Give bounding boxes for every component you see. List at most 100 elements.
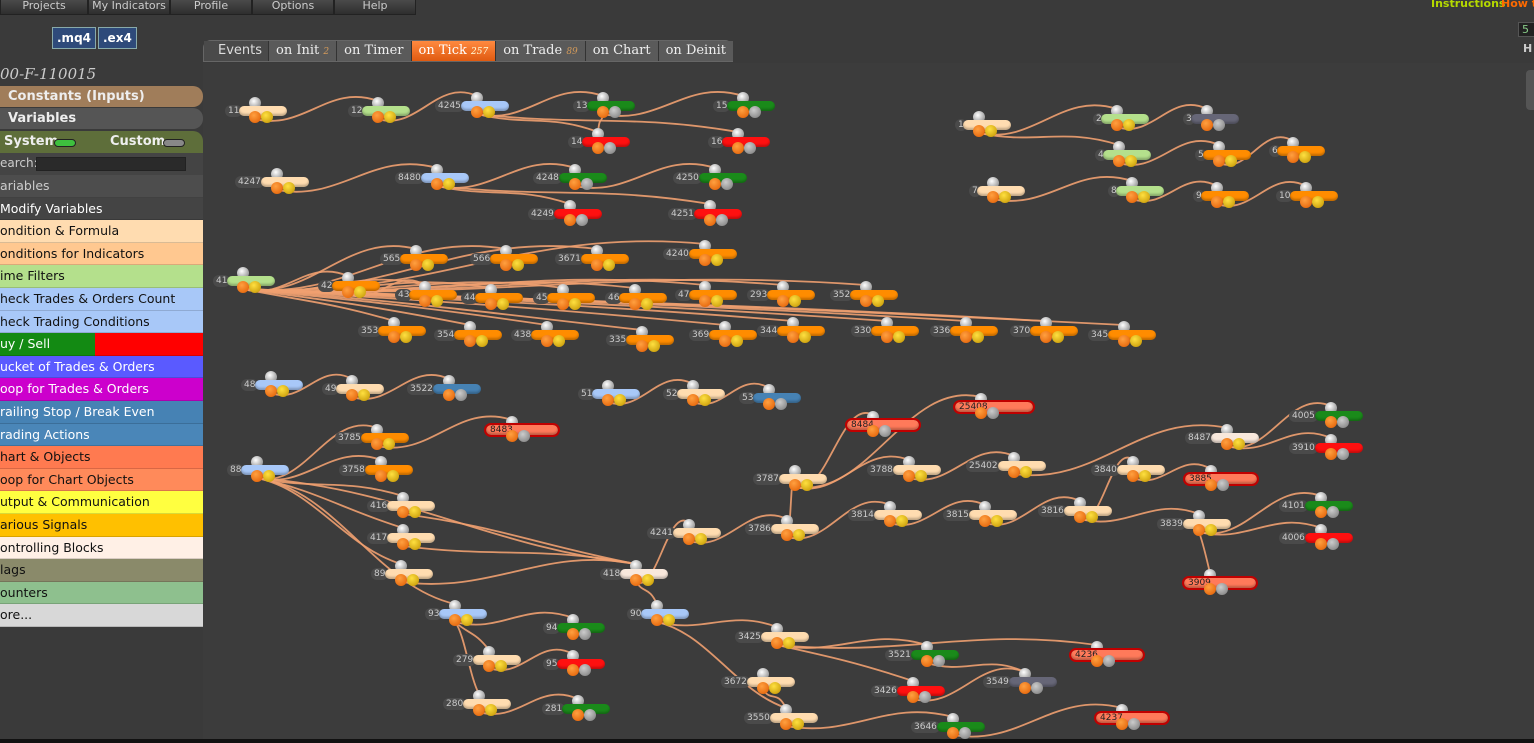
output-connector[interactable] [711, 295, 723, 307]
category-item[interactable]: onditions for Indicators [0, 242, 203, 266]
output-connector[interactable] [787, 331, 799, 343]
category-item[interactable]: Modify Variables [0, 197, 203, 221]
output-connector[interactable] [604, 142, 616, 154]
output-connector[interactable] [564, 214, 576, 226]
output-connector[interactable] [277, 385, 289, 397]
search-input[interactable] [36, 157, 186, 171]
category-item[interactable]: lags [0, 559, 203, 582]
output-connector[interactable] [915, 470, 927, 482]
output-connector[interactable] [704, 214, 716, 226]
output-connector[interactable] [261, 111, 273, 123]
output-connector[interactable] [541, 335, 553, 347]
output-connector[interactable] [483, 106, 495, 118]
output-connector[interactable] [1116, 718, 1128, 730]
output-connector[interactable] [1315, 538, 1327, 550]
output-connector[interactable] [749, 106, 761, 118]
output-connector[interactable] [799, 331, 811, 343]
output-connector[interactable] [518, 430, 530, 442]
output-connector[interactable] [346, 389, 358, 401]
howto-link[interactable]: How t [1501, 0, 1534, 10]
output-connector[interactable] [719, 335, 731, 347]
output-connector[interactable] [699, 295, 711, 307]
tab-on-chart[interactable]: on Chart [585, 41, 659, 61]
output-connector[interactable] [1074, 511, 1086, 523]
constants-section[interactable]: Constants (Inputs) [0, 86, 203, 107]
output-connector[interactable] [1008, 466, 1020, 478]
output-connector[interactable] [581, 178, 593, 190]
output-connector[interactable] [919, 691, 931, 703]
output-connector[interactable] [1327, 538, 1339, 550]
category-item[interactable]: utput & Communication [0, 491, 203, 514]
output-connector[interactable] [1130, 335, 1142, 347]
output-connector[interactable] [609, 106, 621, 118]
tab-on-trade[interactable]: on Trade 89 [496, 41, 586, 61]
category-item[interactable]: ucket of Trades & Orders [0, 355, 203, 379]
output-connector[interactable] [651, 614, 663, 626]
output-connector[interactable] [893, 331, 905, 343]
output-connector[interactable] [881, 331, 893, 343]
output-connector[interactable] [265, 385, 277, 397]
output-connector[interactable] [1299, 151, 1311, 163]
menu-my-indicators[interactable]: My Indicators [88, 0, 170, 15]
category-item[interactable]: rading Actions [0, 423, 203, 447]
category-item[interactable]: heck Trading Conditions [0, 310, 203, 334]
output-connector[interactable] [572, 709, 584, 721]
system-toggle[interactable] [54, 139, 76, 147]
output-connector[interactable] [801, 479, 813, 491]
output-connector[interactable] [792, 718, 804, 730]
tab-on-timer[interactable]: on Timer [337, 41, 412, 61]
output-connector[interactable] [1020, 466, 1032, 478]
output-connector[interactable] [1113, 155, 1125, 167]
output-connector[interactable] [903, 470, 915, 482]
output-connector[interactable] [959, 727, 971, 739]
output-connector[interactable] [388, 331, 400, 343]
output-connector[interactable] [602, 394, 614, 406]
output-connector[interactable] [449, 614, 461, 626]
output-connector[interactable] [387, 470, 399, 482]
output-connector[interactable] [483, 660, 495, 672]
output-connector[interactable] [1223, 196, 1235, 208]
output-connector[interactable] [495, 660, 507, 672]
output-connector[interactable] [1225, 155, 1237, 167]
output-connector[interactable] [372, 111, 384, 123]
output-connector[interactable] [1216, 583, 1228, 595]
output-connector[interactable] [1040, 331, 1052, 343]
output-connector[interactable] [1019, 682, 1031, 694]
output-connector[interactable] [249, 111, 261, 123]
output-connector[interactable] [1127, 470, 1139, 482]
output-connector[interactable] [780, 718, 792, 730]
output-connector[interactable] [263, 470, 275, 482]
output-connector[interactable] [960, 331, 972, 343]
output-connector[interactable] [699, 394, 711, 406]
output-connector[interactable] [455, 389, 467, 401]
output-connector[interactable] [461, 614, 473, 626]
output-connector[interactable] [763, 398, 775, 410]
output-connector[interactable] [737, 106, 749, 118]
output-connector[interactable] [884, 515, 896, 527]
output-connector[interactable] [757, 682, 769, 694]
output-connector[interactable] [237, 281, 249, 293]
output-connector[interactable] [431, 295, 443, 307]
output-connector[interactable] [1287, 151, 1299, 163]
output-connector[interactable] [512, 259, 524, 271]
output-connector[interactable] [699, 254, 711, 266]
output-connector[interactable] [769, 682, 781, 694]
output-connector[interactable] [711, 254, 723, 266]
output-connector[interactable] [783, 637, 795, 649]
output-connector[interactable] [695, 533, 707, 545]
output-connector[interactable] [569, 178, 581, 190]
category-item[interactable]: oop for Trades & Orders [0, 378, 203, 401]
output-connector[interactable] [473, 704, 485, 716]
output-connector[interactable] [1111, 119, 1123, 131]
category-item[interactable]: uy / Sell [0, 333, 203, 356]
output-connector[interactable] [1327, 506, 1339, 518]
ex4-button[interactable]: .ex4 [98, 27, 137, 49]
output-connector[interactable] [1221, 438, 1233, 450]
output-connector[interactable] [1233, 438, 1245, 450]
output-connector[interactable] [400, 331, 412, 343]
output-connector[interactable] [614, 394, 626, 406]
output-connector[interactable] [1325, 448, 1337, 460]
category-item[interactable]: ounters [0, 581, 203, 605]
output-connector[interactable] [375, 470, 387, 482]
output-connector[interactable] [591, 259, 603, 271]
